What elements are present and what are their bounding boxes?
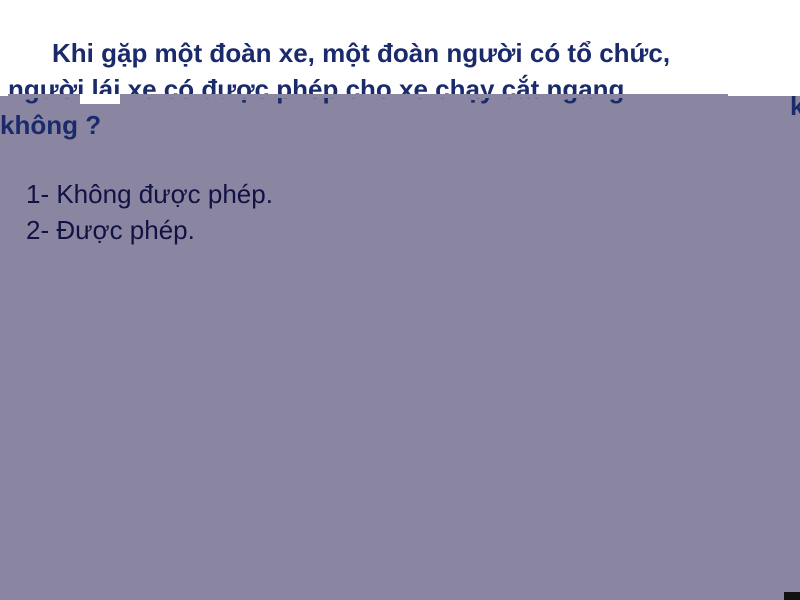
answer-option-2[interactable]: 2- Được phép. — [26, 217, 195, 243]
question-line-3: không ? — [0, 110, 102, 140]
answer-option-1[interactable]: 1- Không được phép. — [26, 181, 273, 207]
content-panel — [0, 96, 800, 600]
render-artifact — [80, 94, 120, 104]
corner-artifact — [784, 592, 800, 600]
quiz-slide: Khi gặp một đoàn xe, một đoàn người có t… — [0, 0, 800, 600]
question-line-1: Khi gặp một đoàn xe, một đoàn người có t… — [52, 38, 671, 68]
stray-text-fragment: k — [790, 91, 800, 121]
